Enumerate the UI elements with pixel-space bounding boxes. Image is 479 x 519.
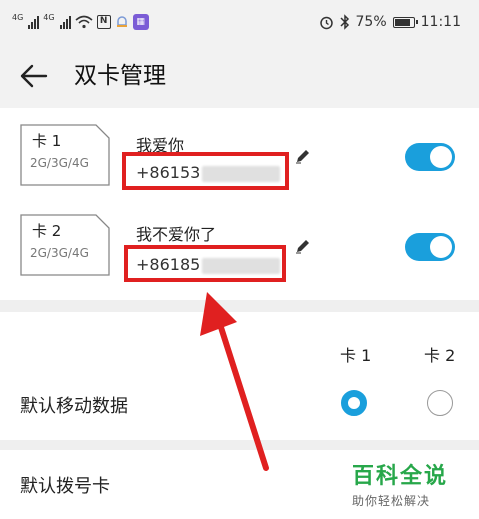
- default-dial-label: 默认拨号卡: [20, 476, 110, 497]
- card-2-name: 我不爱你了: [136, 225, 217, 244]
- signal-icon: [28, 15, 40, 29]
- annotation-highlight-box: [124, 245, 286, 282]
- column-card-1: 卡 1: [340, 346, 372, 365]
- notification-icon: [116, 16, 127, 27]
- card-1-toggle[interactable]: [405, 143, 455, 171]
- section-divider: [0, 440, 479, 450]
- back-arrow-icon[interactable]: [18, 60, 50, 92]
- app-icon: ▦: [132, 14, 149, 30]
- battery-icon: [392, 16, 418, 28]
- page-title: 双卡管理: [74, 63, 166, 89]
- sim-card-2-icon: 卡 2 2G/3G/4G: [20, 214, 110, 276]
- bluetooth-icon: [339, 14, 349, 30]
- app-header: 双卡管理: [0, 44, 479, 108]
- clock: 11:11: [420, 14, 461, 30]
- sim-label: 卡 1: [32, 132, 62, 150]
- network-type-2: 4G: [43, 12, 55, 22]
- signal-icon: [59, 15, 71, 29]
- section-divider: [0, 300, 479, 312]
- wifi-icon: [75, 15, 93, 29]
- default-data-card-1-radio[interactable]: [341, 390, 367, 416]
- card-2-toggle[interactable]: [405, 233, 455, 261]
- sim-card-1-icon: 卡 1 2G/3G/4G: [20, 124, 110, 186]
- sim-network: 2G/3G/4G: [30, 246, 89, 260]
- default-data-section: [0, 312, 479, 440]
- edit-pencil-icon[interactable]: [294, 237, 312, 255]
- watermark-title: 百科全说: [352, 464, 449, 489]
- column-card-2: 卡 2: [424, 346, 456, 365]
- annotation-highlight-box: [122, 152, 289, 190]
- default-data-card-2-radio[interactable]: [427, 390, 453, 416]
- status-right-icons: 75% 11:11: [319, 12, 461, 32]
- edit-pencil-icon[interactable]: [294, 147, 312, 165]
- watermark: 百科全说 助你轻松解决: [352, 458, 470, 509]
- watermark-subtitle: 助你轻松解决: [352, 494, 431, 508]
- toggle-knob: [430, 236, 452, 258]
- sim-network: 2G/3G/4G: [30, 156, 89, 170]
- battery-percent: 75%: [355, 14, 387, 30]
- status-left-icons: 4G 4G N ▦: [12, 12, 149, 32]
- network-type-1: 4G: [12, 12, 24, 22]
- status-bar: 4G 4G N ▦ 75% 11:11: [0, 0, 479, 44]
- alarm-icon: [319, 16, 333, 29]
- sim-label: 卡 2: [32, 222, 62, 240]
- nfc-icon: N: [96, 15, 111, 29]
- toggle-knob: [430, 146, 452, 168]
- default-data-label: 默认移动数据: [20, 396, 128, 417]
